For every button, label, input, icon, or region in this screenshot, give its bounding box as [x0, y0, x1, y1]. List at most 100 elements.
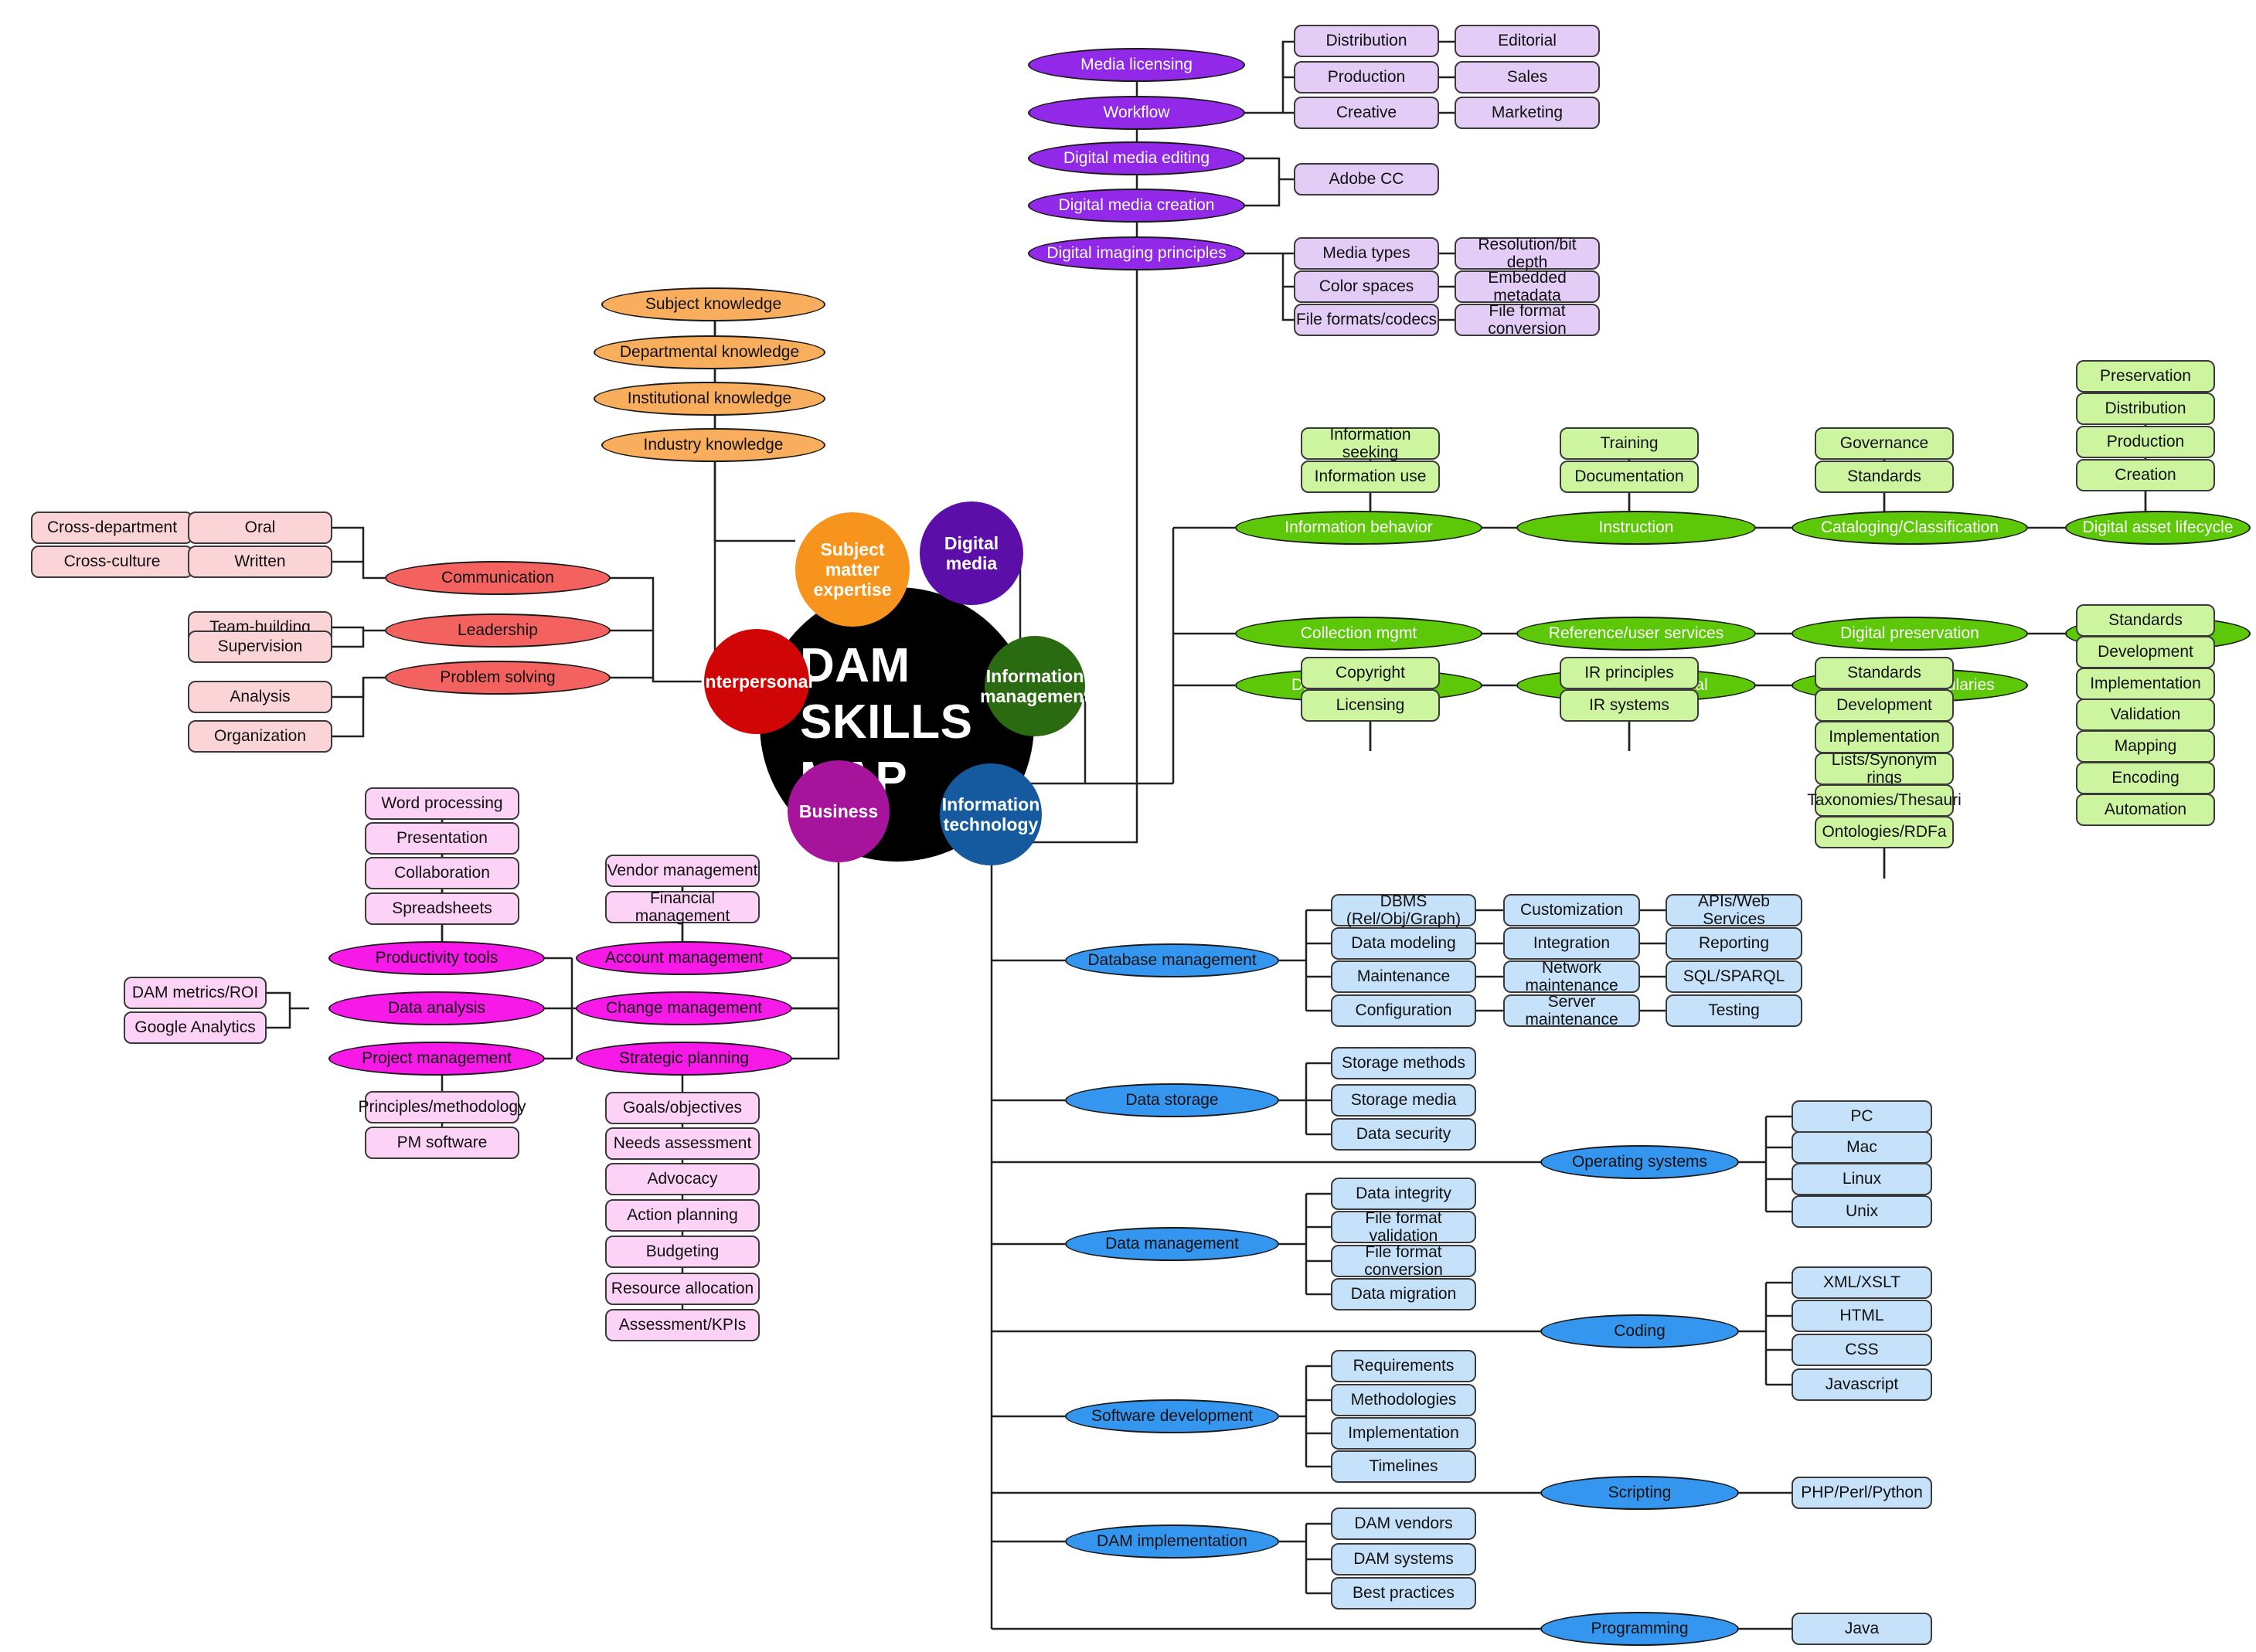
node-file-format-validation[interactable]: File format validation [1331, 1209, 1476, 1245]
node-documentation[interactable]: Documentation [1560, 461, 1699, 493]
node-data-analysis[interactable]: Data analysis [328, 991, 545, 1025]
node-implementation-sd[interactable]: Implementation [1331, 1417, 1476, 1450]
node-ontologies-rdfa[interactable]: Ontologies/RDFa [1815, 816, 1954, 848]
node-pm-software[interactable]: PM software [365, 1127, 519, 1159]
node-analysis[interactable]: Analysis [188, 681, 332, 713]
node-editorial[interactable]: Editorial [1455, 25, 1600, 57]
node-ir-systems[interactable]: IR systems [1560, 689, 1699, 722]
node-testing[interactable]: Testing [1666, 994, 1802, 1027]
node-advocacy[interactable]: Advocacy [605, 1163, 760, 1195]
node-strategic-planning[interactable]: Strategic planning [576, 1042, 792, 1076]
node-coding[interactable]: Coding [1540, 1314, 1739, 1348]
node-account-management[interactable]: Account management [576, 941, 792, 975]
node-programming[interactable]: Programming [1540, 1612, 1739, 1646]
node-creative[interactable]: Creative [1294, 97, 1439, 129]
node-sales[interactable]: Sales [1455, 61, 1600, 93]
node-dam-implementation[interactable]: DAM implementation [1065, 1525, 1279, 1559]
node-java[interactable]: Java [1792, 1613, 1932, 1645]
node-action-planning[interactable]: Action planning [605, 1199, 760, 1232]
node-mac[interactable]: Mac [1792, 1131, 1932, 1164]
hub-branch-interpersonal[interactable]: Interpersonal [700, 629, 813, 734]
node-spreadsheets[interactable]: Spreadsheets [365, 892, 519, 925]
node-leadership[interactable]: Leadership [385, 614, 611, 648]
node-validation[interactable]: Validation [2076, 699, 2215, 731]
node-lists-synonym-rings[interactable]: Lists/Synonym rings [1815, 751, 1954, 787]
node-communication[interactable]: Communication [385, 561, 611, 595]
node-implementation-cv[interactable]: Implementation [1815, 721, 1954, 753]
node-production[interactable]: Production [1294, 61, 1439, 93]
node-database-management[interactable]: Database management [1065, 943, 1279, 977]
node-implementation-metadata[interactable]: Implementation [2076, 668, 2215, 700]
node-linux[interactable]: Linux [1792, 1163, 1932, 1195]
node-taxonomies-thesauri[interactable]: Taxonomies/Thesauri [1807, 784, 1962, 817]
node-integration[interactable]: Integration [1503, 927, 1640, 960]
node-dam-metrics-roi[interactable]: DAM metrics/ROI [124, 977, 267, 1009]
node-scripting[interactable]: Scripting [1540, 1476, 1739, 1510]
node-information-behavior[interactable]: Information behavior [1235, 511, 1482, 545]
node-customization[interactable]: Customization [1503, 894, 1640, 926]
node-presentation[interactable]: Presentation [365, 822, 519, 855]
node-storage-media[interactable]: Storage media [1331, 1084, 1476, 1117]
node-media-types[interactable]: Media types [1294, 237, 1439, 270]
node-data-storage[interactable]: Data storage [1065, 1083, 1279, 1117]
node-requirements[interactable]: Requirements [1331, 1350, 1476, 1382]
node-institutional-knowledge[interactable]: Institutional knowledge [594, 382, 825, 416]
node-word-processing[interactable]: Word processing [365, 787, 519, 820]
node-dam-vendors[interactable]: DAM vendors [1331, 1508, 1476, 1540]
node-cross-culture[interactable]: Cross-culture [31, 546, 193, 578]
node-storage-methods[interactable]: Storage methods [1331, 1047, 1476, 1079]
node-data-management[interactable]: Data management [1065, 1227, 1279, 1261]
node-configuration[interactable]: Configuration [1331, 994, 1476, 1027]
node-productivity-tools[interactable]: Productivity tools [328, 941, 545, 975]
node-javascript[interactable]: Javascript [1792, 1368, 1932, 1401]
node-server-maintenance[interactable]: Server maintenance [1503, 993, 1640, 1028]
node-industry-knowledge[interactable]: Industry knowledge [601, 428, 825, 462]
node-distribution[interactable]: Distribution [1294, 25, 1439, 57]
node-marketing[interactable]: Marketing [1455, 97, 1600, 129]
hub-branch-information-management[interactable]: Information management [980, 636, 1090, 736]
node-budgeting[interactable]: Budgeting [605, 1236, 760, 1268]
node-sql-sparql[interactable]: SQL/SPARQL [1666, 960, 1802, 993]
node-best-practices[interactable]: Best practices [1331, 1577, 1476, 1610]
node-departmental-knowledge[interactable]: Departmental knowledge [594, 335, 825, 369]
node-file-formats-codecs[interactable]: File formats/codecs [1294, 304, 1439, 336]
node-production-lifecycle[interactable]: Production [2076, 426, 2215, 458]
node-problem-solving[interactable]: Problem solving [385, 661, 611, 695]
node-file-format-conversion-dm[interactable]: File format conversion [1331, 1243, 1476, 1279]
node-development-metadata[interactable]: Development [2076, 636, 2215, 668]
node-data-integrity[interactable]: Data integrity [1331, 1178, 1476, 1210]
node-operating-systems[interactable]: Operating systems [1540, 1145, 1739, 1179]
node-development-cv[interactable]: Development [1815, 689, 1954, 722]
node-mapping[interactable]: Mapping [2076, 730, 2215, 763]
node-supervision[interactable]: Supervision [188, 631, 332, 663]
node-media-licensing[interactable]: Media licensing [1028, 48, 1245, 82]
node-organization[interactable]: Organization [188, 720, 332, 753]
node-instruction[interactable]: Instruction [1516, 511, 1756, 545]
node-file-format-conversion[interactable]: File format conversion [1455, 302, 1600, 338]
node-copyright[interactable]: Copyright [1301, 657, 1440, 689]
node-encoding[interactable]: Encoding [2076, 762, 2215, 794]
node-data-migration[interactable]: Data migration [1331, 1278, 1476, 1310]
node-digital-media-creation[interactable]: Digital media creation [1028, 189, 1245, 223]
node-embedded-metadata[interactable]: Embedded metadata [1455, 269, 1600, 304]
node-principles-methodology[interactable]: Principles/methodology [358, 1091, 526, 1123]
node-pc[interactable]: PC [1792, 1100, 1932, 1133]
node-change-management[interactable]: Change management [576, 991, 792, 1025]
node-standards-cataloging[interactable]: Standards [1815, 461, 1954, 493]
node-collection-mgmt[interactable]: Collection mgmt [1235, 617, 1482, 651]
node-ir-principles[interactable]: IR principles [1560, 657, 1699, 689]
hub-branch-digital-media[interactable]: Digital media [920, 501, 1023, 605]
node-assessment-kpis[interactable]: Assessment/KPIs [605, 1309, 760, 1341]
node-financial-management[interactable]: Financial management [605, 889, 760, 925]
hub-branch-business[interactable]: Business [788, 760, 890, 862]
node-dbms[interactable]: DBMS (Rel/Obj/Graph) [1331, 892, 1476, 928]
node-data-modeling[interactable]: Data modeling [1331, 927, 1476, 960]
node-distribution-lifecycle[interactable]: Distribution [2076, 393, 2215, 425]
node-reference-user-services[interactable]: Reference/user services [1516, 617, 1756, 651]
node-digital-preservation[interactable]: Digital preservation [1792, 617, 2028, 651]
node-needs-assessment[interactable]: Needs assessment [605, 1127, 760, 1160]
node-color-spaces[interactable]: Color spaces [1294, 270, 1439, 303]
node-oral[interactable]: Oral [188, 512, 332, 544]
node-subject-knowledge[interactable]: Subject knowledge [601, 287, 825, 321]
node-preservation[interactable]: Preservation [2076, 360, 2215, 393]
